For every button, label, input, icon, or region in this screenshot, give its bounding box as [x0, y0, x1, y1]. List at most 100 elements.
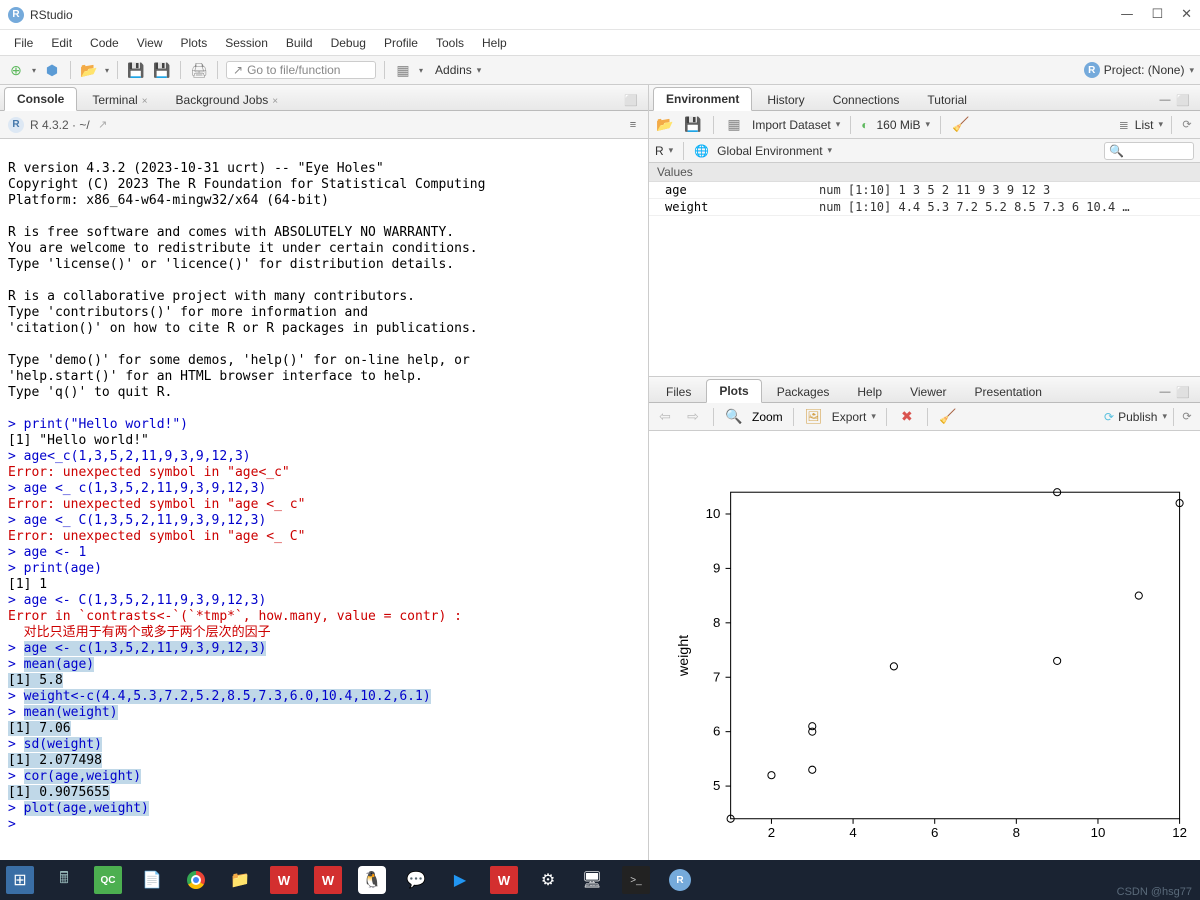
- go-to-file-input[interactable]: ↗ Go to file/function: [226, 61, 376, 79]
- start-icon[interactable]: ⊞: [6, 866, 34, 894]
- pane-minimize-icon[interactable]: —: [1158, 93, 1172, 107]
- tab-history[interactable]: History: [754, 88, 817, 111]
- tab-packages[interactable]: Packages: [764, 380, 843, 403]
- memory-usage-dropdown[interactable]: 160 MiB: [876, 118, 930, 132]
- tab-help[interactable]: Help: [844, 380, 895, 403]
- zoom-icon[interactable]: 🔍: [724, 407, 744, 427]
- console-output[interactable]: R version 4.3.2 (2023-10-31 ucrt) -- "Ey…: [0, 139, 648, 860]
- menu-edit[interactable]: Edit: [43, 34, 80, 52]
- share-icon[interactable]: ↗: [96, 118, 110, 132]
- tab-background-jobs[interactable]: Background Jobs×: [163, 88, 292, 111]
- explorer-icon[interactable]: 📁: [226, 866, 254, 894]
- pane-minimize-icon[interactable]: —: [1158, 385, 1172, 399]
- list-view-dropdown[interactable]: List: [1135, 118, 1163, 132]
- env-row[interactable]: agenum [1:10] 1 3 5 2 11 9 3 9 12 3: [649, 182, 1200, 199]
- pane-maximize-icon[interactable]: ⬜: [1176, 385, 1190, 399]
- svg-text:2: 2: [768, 826, 775, 841]
- import-dataset-dropdown[interactable]: Import Dataset: [752, 118, 840, 132]
- refresh-plot-icon[interactable]: ⟳: [1180, 410, 1194, 424]
- tab-environment[interactable]: Environment: [653, 87, 752, 111]
- import-grid-icon[interactable]: ▦: [724, 115, 744, 135]
- clear-console-icon[interactable]: ≡: [626, 118, 640, 132]
- r-project-icon: R: [1084, 62, 1100, 78]
- main-toolbar: ⊕▾ ⬢ 📂▾ 💾 💾 🖨 ↗ Go to file/function ▦▾ A…: [0, 55, 1200, 85]
- new-file-icon[interactable]: ⊕: [6, 60, 26, 80]
- tab-presentation[interactable]: Presentation: [962, 380, 1055, 403]
- wps-icon[interactable]: W: [270, 866, 298, 894]
- app-icon[interactable]: 🖥: [578, 866, 606, 894]
- close-button[interactable]: ✕: [1181, 7, 1192, 22]
- print-icon[interactable]: 🖨: [189, 60, 209, 80]
- publish-dropdown[interactable]: Publish: [1118, 410, 1167, 424]
- wps-icon[interactable]: W: [314, 866, 342, 894]
- terminal-icon[interactable]: >_: [622, 866, 650, 894]
- project-dropdown[interactable]: Project: (None): [1104, 63, 1194, 77]
- close-icon[interactable]: ×: [142, 96, 148, 107]
- clear-plots-icon[interactable]: 🧹: [938, 407, 958, 427]
- r-scope-dropdown[interactable]: R: [655, 144, 673, 158]
- menu-debug[interactable]: Debug: [323, 34, 374, 52]
- qq-icon[interactable]: 🐧: [358, 866, 386, 894]
- global-env-dropdown[interactable]: Global Environment: [717, 144, 832, 158]
- zoom-button[interactable]: Zoom: [752, 410, 783, 424]
- qc-app-icon[interactable]: QC: [94, 866, 122, 894]
- notepad-icon[interactable]: 📄: [138, 866, 166, 894]
- settings-icon[interactable]: ⚙: [534, 866, 562, 894]
- export-dropdown[interactable]: Export: [832, 410, 876, 424]
- tab-terminal[interactable]: Terminal×: [79, 88, 160, 111]
- environment-scope-bar: R 🌐 Global Environment 🔍: [649, 139, 1200, 163]
- minimize-button[interactable]: —: [1120, 7, 1133, 22]
- next-plot-icon[interactable]: ⇨: [683, 407, 703, 427]
- menu-view[interactable]: View: [129, 34, 171, 52]
- tab-files[interactable]: Files: [653, 380, 704, 403]
- tab-viewer[interactable]: Viewer: [897, 380, 959, 403]
- grid-icon[interactable]: ▦: [393, 60, 413, 80]
- windows-taskbar: ⊞ 🖩 QC 📄 📁 W W 🐧 💬 ▶ W ⚙ 🖥 >_ R: [0, 860, 1200, 900]
- menu-session[interactable]: Session: [217, 34, 276, 52]
- save-all-icon[interactable]: 💾: [152, 60, 172, 80]
- wechat-icon[interactable]: 💬: [402, 866, 430, 894]
- open-file-icon[interactable]: 📂: [79, 60, 99, 80]
- close-icon[interactable]: ×: [272, 96, 278, 107]
- export-icon[interactable]: 🖼: [804, 407, 824, 427]
- save-icon[interactable]: 💾: [126, 60, 146, 80]
- svg-text:10: 10: [706, 507, 721, 522]
- tab-plots[interactable]: Plots: [706, 379, 761, 403]
- svg-text:5: 5: [713, 779, 720, 794]
- calculator-icon[interactable]: 🖩: [50, 866, 78, 894]
- svg-text:9: 9: [713, 561, 720, 576]
- menu-profile[interactable]: Profile: [376, 34, 426, 52]
- svg-text:7: 7: [713, 670, 720, 685]
- pane-pop-out-icon[interactable]: ⬜: [624, 93, 638, 107]
- refresh-env-icon[interactable]: ⟳: [1180, 118, 1194, 132]
- new-project-icon[interactable]: ⬢: [42, 60, 62, 80]
- remove-plot-icon[interactable]: ✖: [897, 407, 917, 427]
- env-search-input[interactable]: 🔍: [1104, 142, 1194, 160]
- plot-canvas: 567891024681012weight: [649, 431, 1200, 860]
- chrome-icon[interactable]: [182, 866, 210, 894]
- thunder-icon[interactable]: ▶: [446, 866, 474, 894]
- svg-text:6: 6: [931, 826, 938, 841]
- svg-text:10: 10: [1091, 826, 1106, 841]
- menu-help[interactable]: Help: [474, 34, 515, 52]
- list-view-icon: ≣: [1119, 118, 1129, 132]
- tab-console[interactable]: Console: [4, 87, 77, 111]
- menu-tools[interactable]: Tools: [428, 34, 472, 52]
- menu-plots[interactable]: Plots: [173, 34, 216, 52]
- addins-dropdown[interactable]: Addins: [435, 63, 481, 77]
- env-row[interactable]: weightnum [1:10] 4.4 5.3 7.2 5.2 8.5 7.3…: [649, 199, 1200, 216]
- maximize-button[interactable]: ☐: [1151, 7, 1163, 22]
- save-workspace-icon[interactable]: 💾: [683, 115, 703, 135]
- plots-toolbar: ⇦ ⇨ 🔍 Zoom 🖼 Export ✖ 🧹 ⟳ Publish: [649, 403, 1200, 431]
- load-workspace-icon[interactable]: 📂: [655, 115, 675, 135]
- broom-icon[interactable]: 🧹: [951, 115, 971, 135]
- menu-build[interactable]: Build: [278, 34, 321, 52]
- menu-code[interactable]: Code: [82, 34, 127, 52]
- tab-connections[interactable]: Connections: [820, 88, 913, 111]
- rstudio-icon[interactable]: R: [666, 866, 694, 894]
- prev-plot-icon[interactable]: ⇦: [655, 407, 675, 427]
- tab-tutorial[interactable]: Tutorial: [914, 88, 980, 111]
- menu-file[interactable]: File: [6, 34, 41, 52]
- pane-maximize-icon[interactable]: ⬜: [1176, 93, 1190, 107]
- wps-icon[interactable]: W: [490, 866, 518, 894]
